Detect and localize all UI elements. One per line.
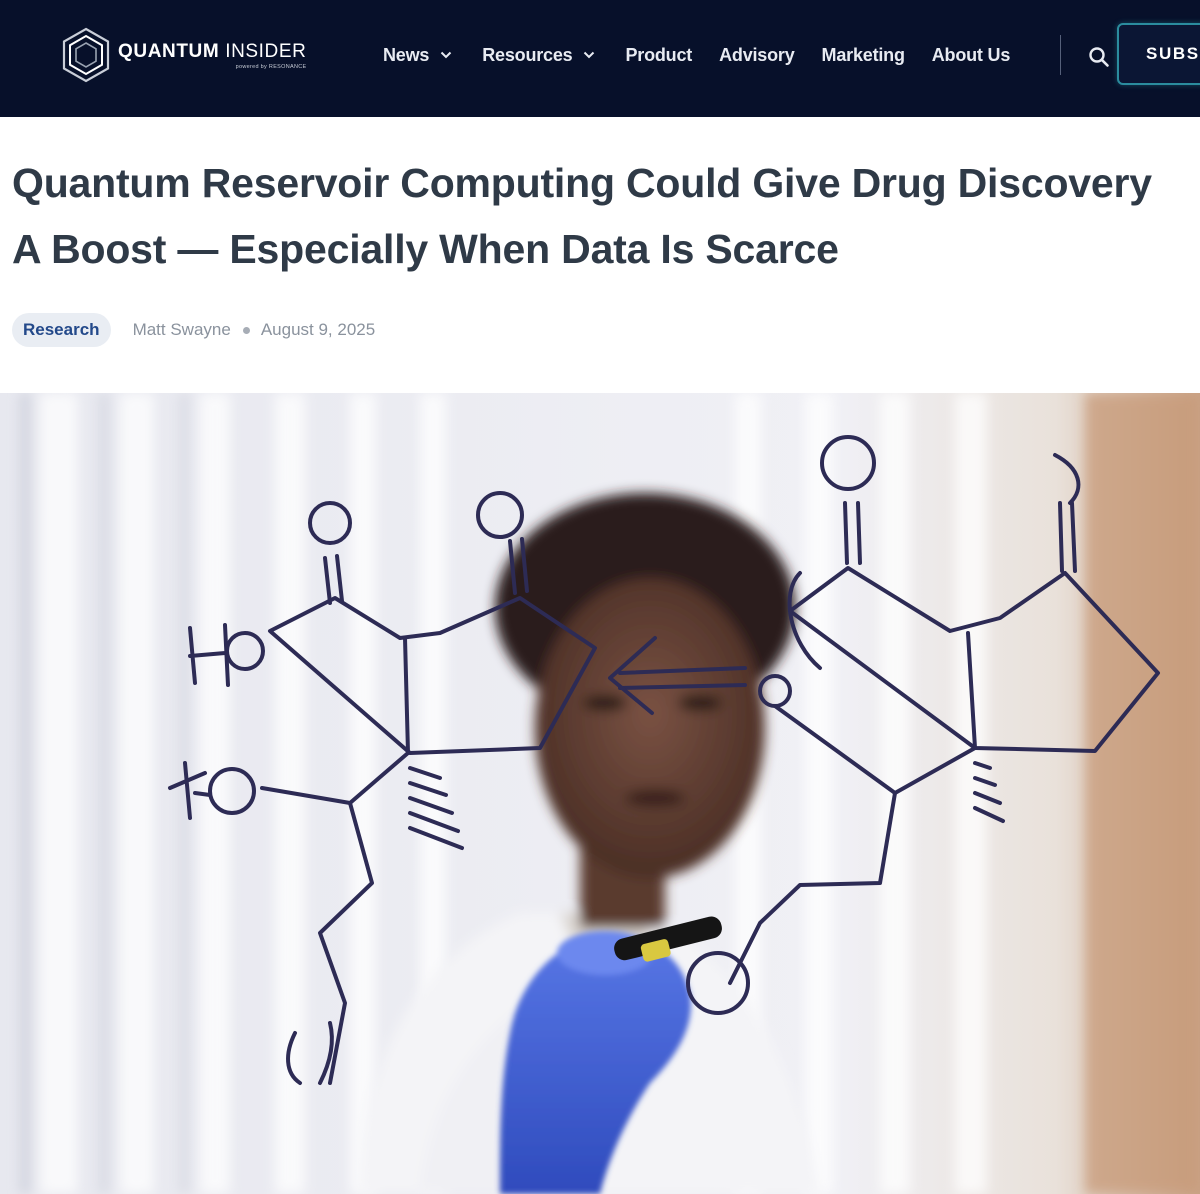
nav-item-label: Resources: [482, 44, 573, 65]
nav-item-marketing[interactable]: Marketing: [822, 38, 905, 72]
nav-item-resources[interactable]: Resources: [482, 38, 595, 72]
site-header: QUANTUM INSIDER powered by RESONANCE New…: [0, 0, 1200, 117]
author-link[interactable]: Matt Swayne: [133, 320, 231, 340]
nav-item-about-us[interactable]: About Us: [931, 38, 1011, 72]
hero-illustration: [0, 393, 1200, 1194]
nav-item-label: About Us: [931, 44, 1011, 65]
article-meta: Research Matt Swayne August 9, 2025: [12, 313, 375, 347]
publish-date: August 9, 2025: [260, 320, 376, 339]
logo-wordmark: QUANTUM INSIDER powered by RESONANCE: [118, 41, 306, 70]
category-badge[interactable]: Research: [12, 313, 111, 347]
logo-name-bold: QUANTUM: [118, 40, 220, 62]
hero-image: [0, 393, 1200, 1194]
chevron-down-icon: [441, 51, 452, 59]
logo-tagline: powered by RESONANCE: [235, 63, 307, 70]
nav-item-label: News: [383, 44, 430, 65]
logo-name-light: INSIDER: [225, 40, 307, 62]
site-logo[interactable]: QUANTUM INSIDER powered by RESONANCE: [60, 27, 306, 83]
nav-item-label: Product: [625, 44, 693, 65]
nav-item-advisory[interactable]: Advisory: [719, 38, 795, 72]
article-title-line-2: A Boost — Especially When Data Is Scarce: [12, 226, 839, 272]
subscribe-button[interactable]: SUBS: [1117, 23, 1200, 85]
nav-item-label: Marketing: [821, 44, 905, 65]
logo-hexagon-icon: [62, 27, 110, 83]
article-title-line-1: Quantum Reservoir Computing Could Give D…: [12, 160, 1152, 206]
nav-divider: [1060, 35, 1061, 75]
article-title: Quantum Reservoir Computing Could Give D…: [12, 150, 1182, 282]
nav-item-product[interactable]: Product: [625, 38, 692, 72]
main-nav: News Resources Product Advisory Marketin…: [383, 38, 1037, 72]
search-icon[interactable]: [1088, 46, 1110, 68]
chevron-down-icon: [584, 51, 595, 59]
meta-separator-dot: [242, 326, 250, 334]
nav-item-news[interactable]: News: [383, 38, 452, 72]
nav-item-label: Advisory: [719, 44, 795, 65]
subscribe-label: SUBS: [1146, 44, 1200, 63]
